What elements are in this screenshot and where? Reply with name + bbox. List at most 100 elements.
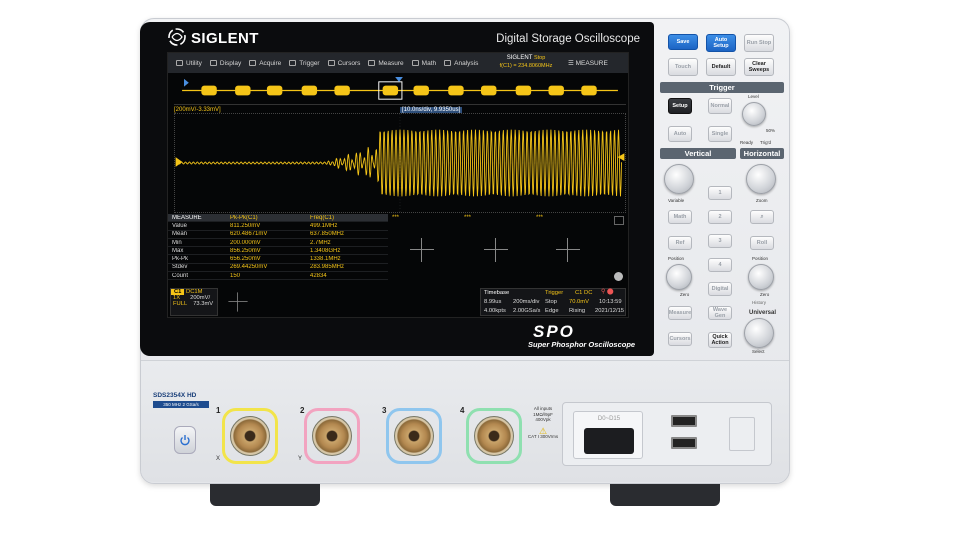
default-button[interactable]: Default <box>706 58 736 76</box>
acquire-icon <box>249 60 257 66</box>
header-measure: MEASURE <box>172 214 202 221</box>
lock-icon: ⚲ ⬤ <box>601 289 614 295</box>
power-icon <box>180 435 190 446</box>
overview-waveform[interactable] <box>174 77 626 105</box>
run-stop-button[interactable]: Run Stop <box>744 34 774 52</box>
channel3-input[interactable] <box>386 408 442 464</box>
table-row: Stdev 269.44250mV 283.985MHz <box>168 264 388 273</box>
slot-header: *** <box>392 215 400 221</box>
digital-button[interactable]: Digital <box>708 282 732 296</box>
channel4-input[interactable] <box>466 408 522 464</box>
universal-knob[interactable] <box>744 318 774 348</box>
main-waveform-area[interactable] <box>174 113 626 213</box>
table-row: Max 856.250mV 1.3408GHz <box>168 247 388 256</box>
badge-frequency: f(C1) = 234.8060MHz <box>499 63 553 69</box>
trigger-section-header: Trigger <box>660 82 784 93</box>
roll-button[interactable]: Roll <box>750 236 774 250</box>
menu-math[interactable]: Math <box>411 59 437 67</box>
menu-cursors[interactable]: Cursors <box>327 59 361 67</box>
usb-port-top[interactable] <box>671 415 697 427</box>
universal-label: Universal <box>749 310 777 316</box>
bnc-connector-icon <box>474 416 514 456</box>
add-measure-icon[interactable] <box>484 238 508 262</box>
menu-label: Trigger <box>299 59 320 67</box>
channel1-info[interactable]: C1 DC1M 1X 200mV/ FULL 73.3mV <box>170 288 218 316</box>
vertical-position-knob[interactable] <box>666 264 692 290</box>
usb-port-bottom[interactable] <box>671 437 697 449</box>
add-measure-icon[interactable] <box>556 238 580 262</box>
channel1-number: 1 <box>216 406 221 415</box>
channel2-button[interactable]: 2 <box>708 210 732 224</box>
table-row: Pk-Pk 656.250mV 1338.1MHz <box>168 255 388 264</box>
trigd-label: Trig'd <box>760 140 771 145</box>
menu-label: Cursors <box>337 59 361 67</box>
quick-action-button[interactable]: Quick Action <box>708 332 732 348</box>
spo-logo: SPO <box>533 322 575 341</box>
right-foot <box>610 484 720 506</box>
menu-utility[interactable]: Utility <box>176 60 202 67</box>
measurement-table[interactable]: MEASURE Pk-Pk(C1) Freq(C1) Value 811.250m… <box>168 214 388 284</box>
wave-gen-button[interactable]: Wave Gen <box>708 306 732 320</box>
spo-subtitle: Super Phosphor Oscilloscope <box>528 340 636 349</box>
channel2-input[interactable] <box>304 408 360 464</box>
menu-trigger[interactable]: Trigger <box>289 59 320 67</box>
left-foot <box>210 484 320 506</box>
trigger-level-knob[interactable] <box>742 102 766 126</box>
display-screen[interactable]: Utility Display Acquire Trigger Cursors … <box>167 52 629 318</box>
measurement-slots[interactable]: *** *** *** <box>388 214 628 284</box>
ref-button[interactable]: Ref <box>668 236 692 250</box>
menu-label: Utility <box>186 59 202 67</box>
save-button[interactable]: Save <box>668 34 698 50</box>
channel1-button[interactable]: 1 <box>708 186 732 200</box>
math-icon <box>411 60 419 66</box>
trigger-normal-button[interactable]: Normal <box>708 98 732 114</box>
clear-sweeps-button[interactable]: Clear Sweeps <box>744 58 774 76</box>
channel4-number: 4 <box>460 406 465 415</box>
auto-setup-button[interactable]: Auto Setup <box>706 34 736 52</box>
zoom-label: Zoom <box>756 198 768 203</box>
search-button[interactable]: ⌕ <box>750 210 774 224</box>
vertical-section-header: Vertical <box>660 148 736 159</box>
measure-menu-button[interactable]: ☰ MEASURE <box>568 59 608 67</box>
digital-probe-port[interactable]: D0~D15 <box>573 411 643 459</box>
channel3-button[interactable]: 3 <box>708 234 732 248</box>
trigger-single-button[interactable]: Single <box>708 126 732 142</box>
ready-label: Ready <box>740 140 754 145</box>
menu-measure[interactable]: Measure <box>368 60 404 67</box>
trigger-status-badge[interactable]: SIGLENT Stop f(C1) = 234.8060MHz <box>496 54 556 70</box>
menu-label: Math <box>421 59 437 67</box>
cursors-button[interactable]: Cursors <box>668 332 692 346</box>
touch-button[interactable]: Touch <box>668 58 698 76</box>
channel2-number: 2 <box>300 406 305 415</box>
timebase-trigger-info[interactable]: Timebase 8.99us 200ms/div 4.00kpts 2.00G… <box>480 288 626 316</box>
model-spec-label: 350 MHz 2 GSa/s <box>153 401 209 408</box>
monitor-icon <box>209 60 217 66</box>
horizontal-section-header: Horizontal <box>740 148 784 159</box>
add-measure-icon[interactable] <box>410 238 434 262</box>
channel1-input[interactable] <box>222 408 278 464</box>
menu-display[interactable]: Display <box>209 60 241 67</box>
table-row: Count 150 42834 <box>168 272 388 281</box>
slot-header: *** <box>464 215 472 221</box>
menu-icon: ☰ <box>568 60 576 67</box>
horizontal-position-knob[interactable] <box>748 264 774 290</box>
channel2-sub: Y <box>298 456 303 462</box>
horizontal-scale-knob[interactable] <box>746 164 776 194</box>
channel4-button[interactable]: 4 <box>708 258 732 272</box>
vertical-scale-knob[interactable] <box>664 164 694 194</box>
digital-port-label: D0~D15 <box>597 416 621 422</box>
math-button[interactable]: Math <box>668 210 692 224</box>
scroll-dot-icon[interactable] <box>614 272 623 281</box>
zero-label: Zero <box>680 292 690 297</box>
table-row: Value 811.250mV 499.1MHz <box>168 222 388 231</box>
add-channel-icon[interactable] <box>228 292 248 312</box>
menu-acquire[interactable]: Acquire <box>249 60 281 67</box>
trigger-setup-button[interactable]: Setup <box>668 98 692 114</box>
measure-button[interactable]: Measure <box>668 306 692 320</box>
close-icon[interactable] <box>614 216 624 225</box>
trigger-auto-button[interactable]: Auto <box>668 126 692 142</box>
menu-analysis[interactable]: Analysis <box>444 60 478 67</box>
power-button[interactable] <box>174 426 196 454</box>
io-port-panel: D0~D15 <box>562 402 772 466</box>
input-rating-note: All inputs 1MΩ//9pF 400Vpk ⚠ CAT I 300Vr… <box>527 406 559 439</box>
